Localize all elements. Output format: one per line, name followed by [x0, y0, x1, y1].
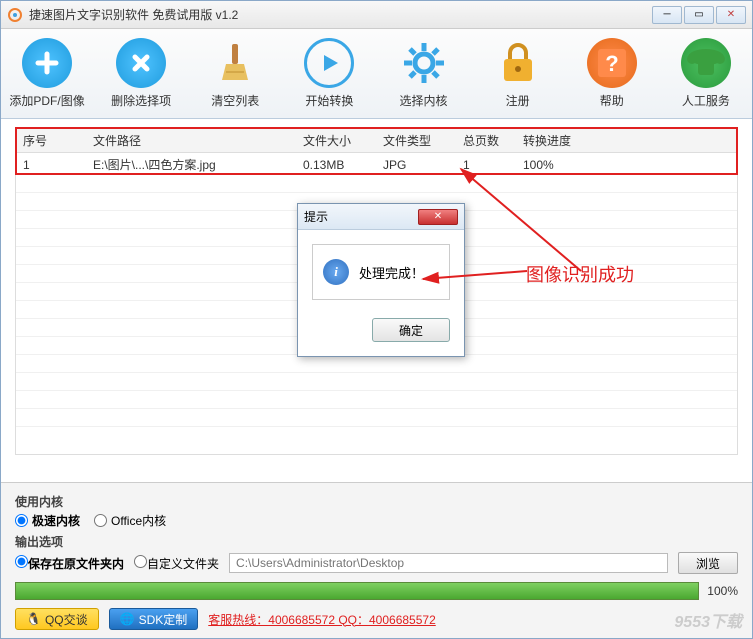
kernel-office-radio[interactable] — [94, 514, 107, 527]
output-custom-radio[interactable] — [134, 555, 147, 568]
output-section-label: 输出选项 — [15, 533, 738, 550]
help-button[interactable]: ? 帮助 — [574, 38, 650, 109]
add-file-button[interactable]: 添加PDF/图像 — [9, 38, 85, 109]
lock-icon — [493, 38, 543, 88]
col-size: 文件大小 — [297, 129, 377, 153]
table-row[interactable]: 1 E:\图片\...\四色方案.jpg 0.13MB JPG 1 100% — [17, 153, 736, 177]
output-path-input[interactable] — [229, 553, 668, 573]
dialog-title-bar: 提示 ✕ — [298, 204, 464, 230]
output-keep-radio[interactable] — [15, 555, 28, 568]
prompt-dialog: 提示 ✕ i 处理完成！ 确定 — [297, 203, 465, 357]
dialog-title: 提示 — [304, 208, 418, 225]
broom-icon — [210, 38, 260, 88]
dialog-message: 处理完成！ — [359, 263, 424, 282]
progress-fill — [16, 583, 698, 599]
col-progress: 转换进度 — [517, 129, 736, 153]
globe-icon: 🌐 — [120, 612, 135, 626]
file-table: 序号 文件路径 文件大小 文件类型 总页数 转换进度 1 E:\图片\...\四… — [15, 127, 738, 175]
toolbar: 添加PDF/图像 删除选择项 清空列表 开始转换 选择内核 — [1, 29, 752, 119]
qq-chat-button[interactable]: 🐧 QQ交谈 — [15, 608, 99, 630]
col-type: 文件类型 — [377, 129, 457, 153]
table-header-row: 序号 文件路径 文件大小 文件类型 总页数 转换进度 — [17, 129, 736, 153]
delete-icon — [116, 38, 166, 88]
gear-icon — [399, 38, 449, 88]
register-button[interactable]: 注册 — [480, 38, 556, 109]
annotation-success: 图像识别成功 — [526, 261, 634, 287]
clear-button[interactable]: 清空列表 — [197, 38, 273, 109]
dialog-ok-button[interactable]: 确定 — [372, 318, 450, 342]
dialog-close-button[interactable]: ✕ — [418, 209, 458, 225]
progress-percent: 100% — [707, 584, 738, 598]
col-pages: 总页数 — [457, 129, 517, 153]
kernel-office-option[interactable]: Office内核 — [94, 512, 166, 529]
watermark: 9553下载 — [674, 608, 742, 632]
output-row: 保存在原文件夹内 自定义文件夹 浏览 — [15, 552, 738, 574]
sdk-button[interactable]: 🌐 SDK定制 — [109, 608, 199, 630]
phone-icon — [681, 38, 731, 88]
plus-icon — [22, 38, 72, 88]
kernel-section-label: 使用内核 — [15, 493, 738, 510]
app-icon — [7, 7, 23, 23]
manual-service-button[interactable]: 人工服务 — [668, 38, 744, 109]
app-window: 捷速图片文字识别软件 免费试用版 v1.2 ─ ▭ ✕ 添加PDF/图像 删除选… — [0, 0, 753, 639]
close-button[interactable]: ✕ — [716, 6, 746, 24]
kernel-fast-radio[interactable] — [15, 514, 28, 527]
help-icon: ? — [587, 38, 637, 88]
output-keep-option[interactable]: 保存在原文件夹内 — [15, 555, 124, 572]
footer-row: 🐧 QQ交谈 🌐 SDK定制 客服热线：4006685572 QQ：400668… — [15, 608, 738, 630]
hotline-link[interactable]: 客服热线：4006685572 QQ：4006685572 — [208, 611, 435, 628]
progress-bar — [15, 582, 699, 600]
col-seq: 序号 — [17, 129, 87, 153]
start-convert-button[interactable]: 开始转换 — [291, 38, 367, 109]
info-icon: i — [323, 259, 349, 285]
select-kernel-button[interactable]: 选择内核 — [386, 38, 462, 109]
play-icon — [304, 38, 354, 88]
qq-icon: 🐧 — [26, 612, 41, 626]
dialog-message-box: i 处理完成！ — [312, 244, 450, 300]
kernel-radio-row: 极速内核 Office内核 — [15, 512, 738, 529]
minimize-button[interactable]: ─ — [652, 6, 682, 24]
output-custom-option[interactable]: 自定义文件夹 — [134, 555, 219, 572]
kernel-fast-option[interactable]: 极速内核 — [15, 512, 80, 529]
delete-button[interactable]: 删除选择项 — [103, 38, 179, 109]
browse-button[interactable]: 浏览 — [678, 552, 738, 574]
window-title: 捷速图片文字识别软件 免费试用版 v1.2 — [29, 6, 652, 23]
bottom-panel: 使用内核 极速内核 Office内核 输出选项 保存在原文件夹内 自定义文件夹 … — [1, 482, 752, 638]
title-bar: 捷速图片文字识别软件 免费试用版 v1.2 ─ ▭ ✕ — [1, 1, 752, 29]
maximize-button[interactable]: ▭ — [684, 6, 714, 24]
col-path: 文件路径 — [87, 129, 297, 153]
progress-row: 100% — [15, 582, 738, 600]
svg-text:?: ? — [605, 51, 618, 76]
